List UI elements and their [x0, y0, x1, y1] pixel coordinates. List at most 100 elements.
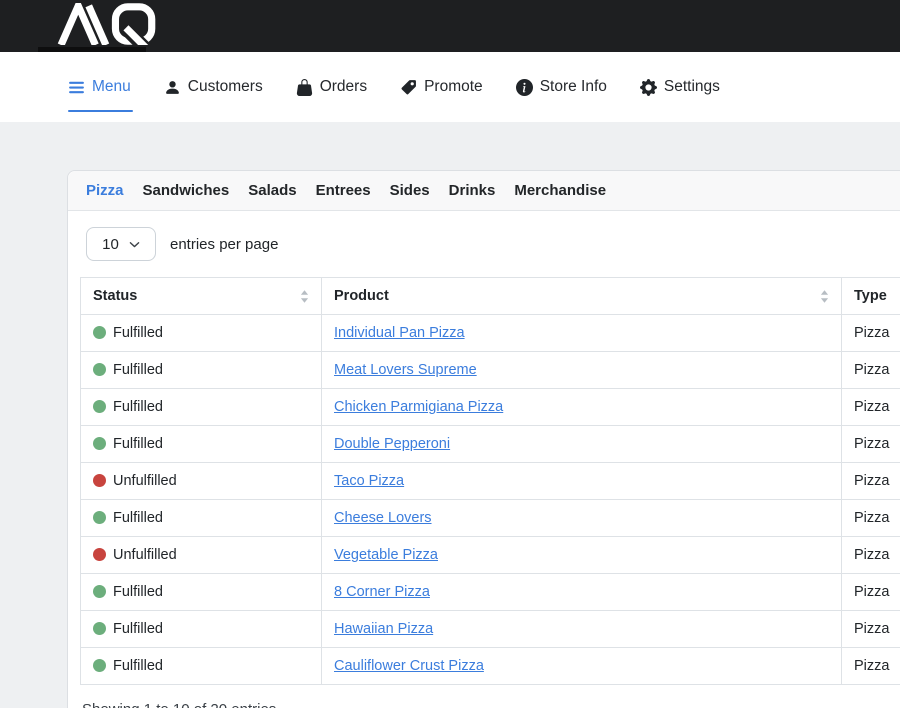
status-label: Fulfilled [113, 584, 163, 600]
status-label: Fulfilled [113, 658, 163, 674]
category-tabs: Pizza Sandwiches Salads Entrees Sides Dr… [68, 171, 900, 211]
column-label: Type [854, 288, 887, 304]
entries-per-page-value: 10 [102, 236, 119, 253]
nav-item-label: Orders [320, 78, 367, 96]
entries-per-page-label: entries per page [170, 236, 278, 253]
product-link[interactable]: Double Pepperoni [334, 436, 450, 452]
status-label: Fulfilled [113, 436, 163, 452]
table-row: Fulfilled Individual Pan Pizza Pizza [81, 315, 900, 352]
nav-item-store-info[interactable]: Store Info [516, 78, 607, 96]
status-label: Unfulfilled [113, 547, 177, 563]
product-link[interactable]: Vegetable Pizza [334, 547, 438, 563]
tag-icon [400, 79, 417, 96]
status-cell: Unfulfilled [81, 537, 322, 574]
status-label: Fulfilled [113, 399, 163, 415]
column-header-type[interactable]: Type [842, 278, 900, 315]
main-nav: Menu Customers Orders Promote Store Info… [0, 52, 900, 122]
status-dot [93, 400, 106, 413]
status-cell: Fulfilled [81, 648, 322, 685]
product-cell: Chicken Parmigiana Pizza [322, 389, 842, 426]
product-cell: Meat Lovers Supreme [322, 352, 842, 389]
type-cell: Pizza [842, 426, 900, 463]
nav-item-label: Customers [188, 78, 263, 96]
column-header-product[interactable]: Product [322, 278, 842, 315]
product-link[interactable]: Meat Lovers Supreme [334, 362, 477, 378]
product-cell: Cheese Lovers [322, 500, 842, 537]
person-icon [164, 79, 181, 96]
tab-sides[interactable]: Sides [390, 182, 430, 199]
entries-per-page-select[interactable]: 10 [86, 227, 156, 261]
sort-icon [300, 290, 309, 303]
tab-drinks[interactable]: Drinks [449, 182, 496, 199]
table-row: Fulfilled Cheese Lovers Pizza [81, 500, 900, 537]
table-header-row: Status Product Type [81, 278, 900, 315]
nav-item-settings[interactable]: Settings [640, 78, 720, 96]
status-dot [93, 585, 106, 598]
status-cell: Fulfilled [81, 574, 322, 611]
table-row: Fulfilled Cauliflower Crust Pizza Pizza [81, 648, 900, 685]
type-cell: Pizza [842, 537, 900, 574]
status-cell: Fulfilled [81, 611, 322, 648]
nav-item-menu[interactable]: Menu [68, 78, 131, 96]
card-body: 10 entries per page Status [68, 211, 900, 708]
entries-summary: Showing 1 to 10 of 20 entries [82, 701, 900, 708]
status-label: Fulfilled [113, 510, 163, 526]
product-cell: Vegetable Pizza [322, 537, 842, 574]
tab-pizza[interactable]: Pizza [86, 182, 124, 199]
type-cell: Pizza [842, 315, 900, 352]
nav-item-orders[interactable]: Orders [296, 78, 367, 96]
info-circle-icon [516, 79, 533, 96]
status-dot [93, 437, 106, 450]
status-dot [93, 511, 106, 524]
status-dot [93, 622, 106, 635]
type-cell: Pizza [842, 574, 900, 611]
status-cell: Fulfilled [81, 389, 322, 426]
status-dot [93, 326, 106, 339]
chevron-down-icon [129, 239, 140, 250]
nav-item-label: Promote [424, 78, 483, 96]
column-label: Status [93, 288, 137, 304]
products-table: Status Product Type [80, 277, 900, 685]
product-link[interactable]: Chicken Parmigiana Pizza [334, 399, 503, 415]
product-cell: Hawaiian Pizza [322, 611, 842, 648]
status-cell: Fulfilled [81, 500, 322, 537]
product-link[interactable]: Individual Pan Pizza [334, 325, 465, 341]
tab-entrees[interactable]: Entrees [316, 182, 371, 199]
product-link[interactable]: Cauliflower Crust Pizza [334, 658, 484, 674]
status-label: Fulfilled [113, 362, 163, 378]
bag-icon [296, 79, 313, 96]
nav-item-customers[interactable]: Customers [164, 78, 263, 96]
product-cell: Cauliflower Crust Pizza [322, 648, 842, 685]
type-cell: Pizza [842, 352, 900, 389]
status-dot [93, 474, 106, 487]
product-link[interactable]: 8 Corner Pizza [334, 584, 430, 600]
status-dot [93, 548, 106, 561]
gear-icon [640, 79, 657, 96]
table-row: Unfulfilled Vegetable Pizza Pizza [81, 537, 900, 574]
product-link[interactable]: Hawaiian Pizza [334, 621, 433, 637]
product-cell: 8 Corner Pizza [322, 574, 842, 611]
type-cell: Pizza [842, 648, 900, 685]
page-size-row: 10 entries per page [86, 227, 900, 261]
table-row: Fulfilled Meat Lovers Supreme Pizza [81, 352, 900, 389]
nav-item-label: Settings [664, 78, 720, 96]
logo-underline [38, 47, 146, 52]
nav-item-promote[interactable]: Promote [400, 78, 483, 96]
type-cell: Pizza [842, 463, 900, 500]
product-link[interactable]: Taco Pizza [334, 473, 404, 489]
tab-sandwiches[interactable]: Sandwiches [143, 182, 230, 199]
product-cell: Taco Pizza [322, 463, 842, 500]
status-dot [93, 659, 106, 672]
table-row: Fulfilled Chicken Parmigiana Pizza Pizza [81, 389, 900, 426]
table-row: Fulfilled 8 Corner Pizza Pizza [81, 574, 900, 611]
status-cell: Unfulfilled [81, 463, 322, 500]
type-cell: Pizza [842, 389, 900, 426]
tab-merchandise[interactable]: Merchandise [514, 182, 606, 199]
product-cell: Double Pepperoni [322, 426, 842, 463]
table-row: Fulfilled Double Pepperoni Pizza [81, 426, 900, 463]
tab-salads[interactable]: Salads [248, 182, 296, 199]
top-app-bar [0, 0, 900, 52]
aiq-logo-icon [57, 3, 172, 50]
column-header-status[interactable]: Status [81, 278, 322, 315]
product-link[interactable]: Cheese Lovers [334, 510, 432, 526]
